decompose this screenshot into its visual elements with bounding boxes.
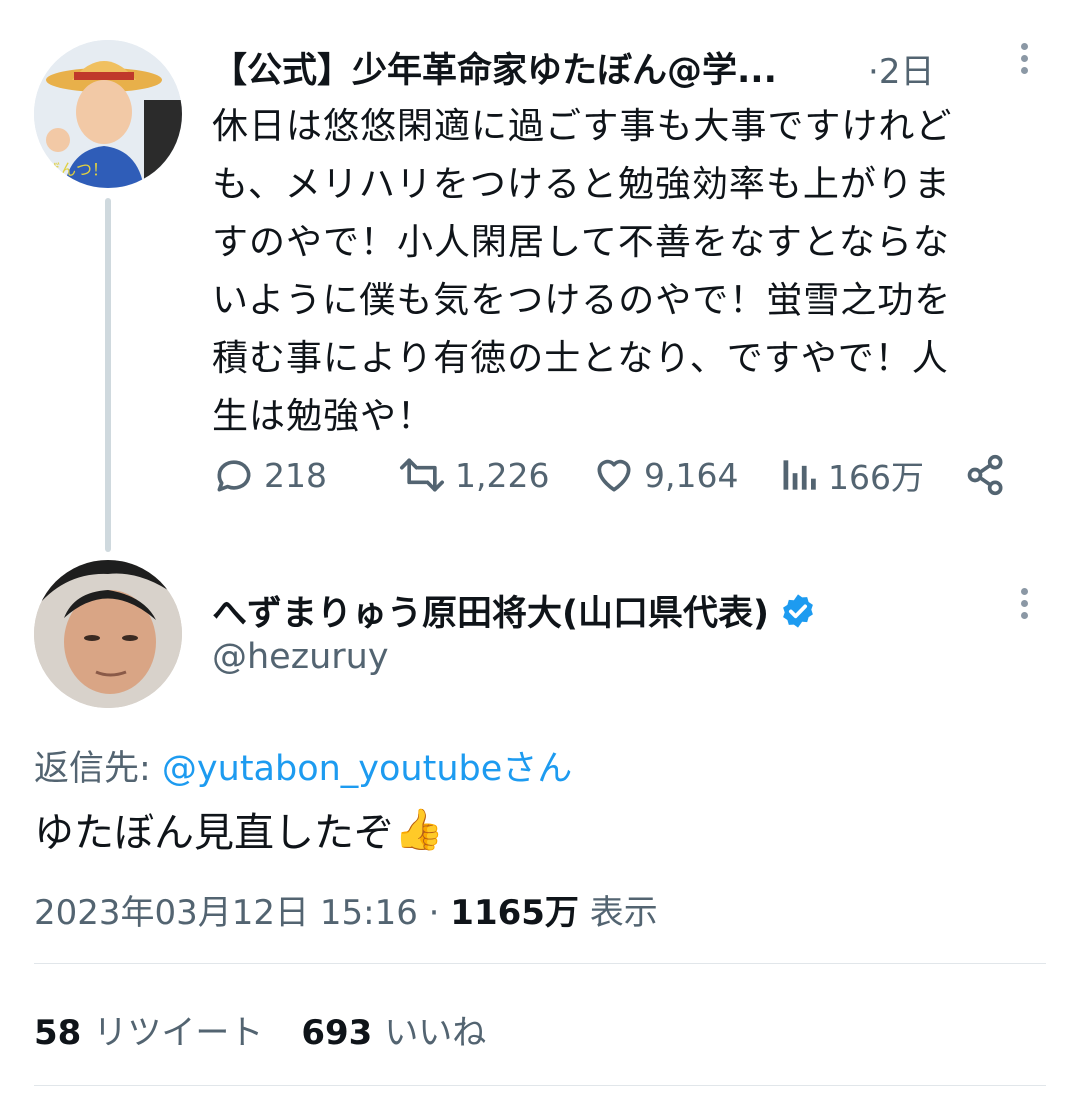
avatar-yutabon[interactable]: ぜんつ！ — [34, 40, 182, 188]
share-button[interactable] — [964, 450, 1016, 500]
thumbs-up-emoji: 👍 — [394, 806, 444, 853]
reply-meta: 2023年03月12日 15:16 · 1165万 表示 — [34, 885, 658, 934]
retweet-stat-count: 58 — [34, 1013, 82, 1053]
reply-display-name[interactable]: へずまりゅう原田将大(山口県代表) — [212, 585, 817, 636]
svg-text:ぜんつ！: ぜんつ！ — [44, 160, 108, 179]
reply-stats: 58 リツイート 693 いいね — [34, 1005, 486, 1054]
views-button[interactable]: 166万 — [780, 450, 924, 500]
reply-mention-link[interactable]: @yutabon_youtube — [162, 749, 502, 789]
retweet-icon — [400, 458, 444, 492]
reply-button[interactable]: 218 — [212, 450, 327, 500]
body-line: すのやで！小人閑居して不善をなすとならな — [212, 222, 950, 263]
parent-timestamp[interactable]: ·2日 — [868, 44, 934, 93]
replying-to: 返信先: @yutabon_youtubeさん — [34, 740, 572, 791]
divider — [34, 963, 1046, 964]
like-stat-label: いいね — [384, 1013, 487, 1053]
body-line: いように僕も気をつけるのやで！蛍雪之功を — [212, 280, 952, 321]
parent-action-bar: 218 1,226 9,164 166万 — [212, 450, 1032, 500]
parent-tweet-body: 休日は悠悠閑適に過ごす事も大事ですけれど も、メリハリをつけると勉強効率も上がり… — [212, 98, 1047, 446]
meta-separator: · — [417, 893, 451, 933]
views-label: 表示 — [578, 893, 658, 933]
time-separator: · — [868, 52, 879, 92]
like-icon — [597, 459, 631, 492]
divider — [34, 1085, 1046, 1086]
body-line: も、メリハリをつけると勉強効率も上がりま — [212, 164, 951, 205]
like-stat-count: 693 — [301, 1013, 373, 1053]
retweet-button[interactable]: 1,226 — [397, 450, 549, 500]
reply-suffix: さん — [502, 749, 573, 789]
views-total: 1165万 — [450, 893, 579, 933]
reply-tweet-body: ゆたぼん見直したぞ 👍 — [34, 800, 444, 858]
views-count: 166万 — [828, 458, 924, 497]
retweet-stat-label: リツイート — [93, 1013, 264, 1053]
reply-date[interactable]: 2023年03月12日 15:16 — [34, 893, 418, 933]
body-line: 生は勉強や！ — [212, 396, 435, 437]
reply-count: 218 — [264, 455, 327, 495]
views-icon — [783, 460, 816, 490]
body-line: 積む事により有徳の士となり、ですやで！人 — [212, 338, 949, 379]
time-value: 2日 — [878, 52, 935, 92]
like-button[interactable]: 9,164 — [592, 450, 738, 500]
reply-prefix: 返信先: — [34, 749, 162, 789]
reply-body-text: ゆたぼん見直したぞ — [34, 810, 394, 856]
parent-more-icon[interactable] — [1014, 38, 1034, 79]
reply-handle[interactable]: @hezuruy — [212, 637, 389, 677]
reply-icon — [217, 460, 251, 492]
verified-badge-icon — [783, 593, 813, 628]
avatar-hezuruy[interactable] — [34, 560, 182, 708]
thread-line — [105, 198, 111, 552]
share-icon — [967, 454, 1003, 496]
like-stat[interactable]: 693 いいね — [301, 1013, 486, 1053]
reply-name-text: へずまりゅう原田将大(山口県代表) — [212, 594, 769, 634]
retweet-count: 1,226 — [455, 455, 550, 495]
parent-display-name[interactable]: 【公式】少年革命家ゆたぼん@学... — [212, 42, 777, 93]
body-line: 休日は悠悠閑適に過ごす事も大事ですけれど — [212, 106, 953, 147]
like-count: 9,164 — [644, 455, 739, 495]
retweet-stat[interactable]: 58 リツイート — [34, 1013, 263, 1053]
reply-more-icon[interactable] — [1014, 583, 1034, 624]
